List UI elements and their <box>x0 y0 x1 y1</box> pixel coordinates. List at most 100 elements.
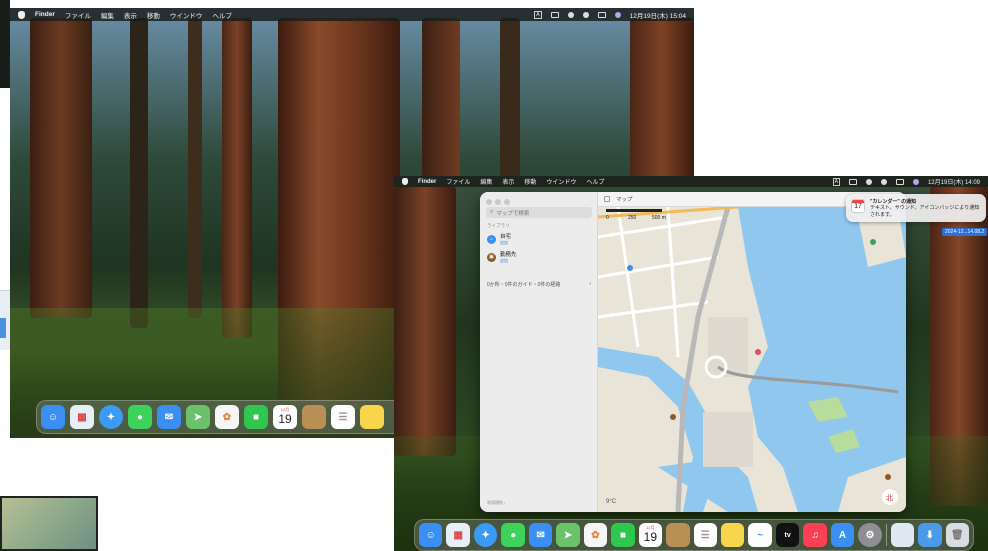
mail-icon[interactable]: ✉ <box>157 405 181 429</box>
launchpad-icon[interactable]: ▦ <box>446 523 470 547</box>
clock[interactable]: 12月19日(木) 15:04 <box>630 10 686 20</box>
apple-icon[interactable] <box>18 10 25 19</box>
photos-icon[interactable]: ✿ <box>583 523 608 547</box>
briefcase-icon: ▣ <box>487 252 496 262</box>
siri-icon[interactable] <box>912 178 919 185</box>
map-pin[interactable] <box>870 239 876 245</box>
clock[interactable]: 12月19日(木) 14:09 <box>928 177 980 186</box>
reminders-icon[interactable]: ☰ <box>693 523 717 547</box>
screenshot-date-badge: 2024-12...14.08.2 <box>942 228 988 236</box>
zoom-button[interactable] <box>504 199 510 205</box>
map-pin[interactable] <box>885 474 891 480</box>
search-field[interactable]: ⌕ マップで検索 <box>486 207 592 218</box>
menu-view[interactable]: 表示 <box>124 10 137 20</box>
dock-separator <box>885 524 887 546</box>
dock: ☺ ▦ ✦ ● ✉ ➤ ✿ ■ 12月 19 ☰ ~ tv ♫ A ⚙ ⬇ 🗑 <box>414 519 974 551</box>
input-source-indicator[interactable]: A <box>832 177 840 186</box>
freeform-icon[interactable]: ~ <box>748 523 772 547</box>
map-graphic: 0 250 500 m 9°C 北 <box>598 207 906 512</box>
menu-window[interactable]: ウインドウ <box>546 177 576 186</box>
calendar-notification[interactable]: 17 "カレンダー" の通知 テキスト、サウンド、アイコンバッジにより通知されま… <box>846 194 986 222</box>
left-fragment-blue <box>0 318 6 338</box>
battery-icon[interactable] <box>848 178 857 185</box>
music-icon[interactable]: ♫ <box>803 523 827 547</box>
menu-edit[interactable]: 編集 <box>480 177 492 186</box>
system-settings-icon[interactable]: ⚙ <box>858 523 882 547</box>
search-icon[interactable] <box>582 11 589 18</box>
menu-window[interactable]: ウインドウ <box>170 10 203 20</box>
control-center-icon[interactable] <box>895 178 904 185</box>
favorite-home[interactable]: ⌂ 自宅 追加 <box>487 232 511 246</box>
notification-body: テキスト、サウンド、アイコンバッジにより通知されます。 <box>870 205 980 218</box>
tree-trunk <box>394 186 456 456</box>
finder-icon[interactable]: ☺ <box>41 405 65 429</box>
favorite-add-link[interactable]: 追加 <box>500 240 511 246</box>
favorite-work[interactable]: ▣ 勤務先 追加 <box>487 250 517 264</box>
tv-icon[interactable]: tv <box>775 523 800 547</box>
notes-icon[interactable] <box>720 523 745 547</box>
menu-file[interactable]: ファイル <box>446 177 470 186</box>
map-pin[interactable] <box>627 265 633 271</box>
safari-icon[interactable]: ✦ <box>99 405 123 429</box>
finder-icon[interactable]: ☺ <box>419 523 443 547</box>
terms-link[interactable]: 利用規約 › <box>487 500 505 506</box>
reminders-icon[interactable]: ☰ <box>331 405 355 429</box>
favorite-title: 勤務先 <box>500 252 517 258</box>
desktop-screenshot-front: Finder ファイル 編集 表示 移動 ウインドウ ヘルプ A 12月19日(… <box>394 176 988 551</box>
photos-icon[interactable]: ✿ <box>215 405 239 429</box>
control-center-icon[interactable] <box>597 11 606 18</box>
sidebar-toggle-icon[interactable] <box>604 196 610 202</box>
messages-icon[interactable]: ● <box>128 405 152 429</box>
library-heading: ライブラリ <box>487 223 510 228</box>
messages-icon[interactable]: ● <box>501 523 525 547</box>
guides-summary-row[interactable]: 0か所・0件のガイド・0件の経路 › <box>487 281 591 288</box>
apple-icon[interactable] <box>402 178 408 185</box>
maps-icon[interactable]: ➤ <box>186 405 210 429</box>
battery-icon[interactable] <box>550 11 559 18</box>
scale-label-250: 250 <box>628 215 637 221</box>
bottom-left-thumbnail <box>0 496 98 551</box>
preview-icon[interactable] <box>890 523 915 547</box>
trash-icon[interactable]: 🗑 <box>945 523 970 547</box>
menu-help[interactable]: ヘルプ <box>586 177 604 186</box>
dock: ☺ ▦ ✦ ● ✉ ➤ ✿ ■ 12月 19 ☰ <box>36 400 406 434</box>
menu-file[interactable]: ファイル <box>65 10 91 20</box>
weather-readout: 9°C <box>606 499 617 505</box>
contacts-icon[interactable] <box>666 523 690 547</box>
island-block <box>703 412 753 467</box>
island-block <box>708 317 748 377</box>
close-button[interactable] <box>486 199 492 205</box>
downloads-folder-icon[interactable]: ⬇ <box>918 523 942 547</box>
map-pin[interactable] <box>670 414 676 420</box>
home-icon: ⌂ <box>487 234 496 244</box>
launchpad-icon[interactable]: ▦ <box>70 405 94 429</box>
menu-go[interactable]: 移動 <box>524 177 536 186</box>
wifi-icon[interactable] <box>567 11 574 18</box>
tree-trunk <box>188 18 202 318</box>
menu-app-name[interactable]: Finder <box>418 179 436 185</box>
facetime-icon[interactable]: ■ <box>244 405 268 429</box>
search-icon[interactable] <box>880 178 887 185</box>
menu-edit[interactable]: 編集 <box>101 10 114 20</box>
app-store-icon[interactable]: A <box>830 523 855 547</box>
map-canvas[interactable]: 0 250 500 m 9°C 北 <box>598 207 906 512</box>
mail-icon[interactable]: ✉ <box>528 523 553 547</box>
favorite-add-link[interactable]: 追加 <box>500 258 517 264</box>
facetime-icon[interactable]: ■ <box>611 523 635 547</box>
siri-icon[interactable] <box>614 11 621 18</box>
menu-go[interactable]: 移動 <box>147 10 160 20</box>
menu-view[interactable]: 表示 <box>502 177 514 186</box>
input-source-indicator[interactable]: A <box>534 10 542 19</box>
map-pin[interactable] <box>755 349 761 355</box>
maps-icon[interactable]: ➤ <box>556 523 580 547</box>
wifi-icon[interactable] <box>865 178 872 185</box>
safari-icon[interactable]: ✦ <box>473 523 498 547</box>
left-fragment-top <box>0 0 10 88</box>
minimize-button[interactable] <box>495 199 501 205</box>
notes-icon[interactable] <box>360 405 384 429</box>
calendar-icon[interactable]: 12月 19 <box>273 405 297 429</box>
contacts-icon[interactable] <box>302 405 326 429</box>
menu-app-name[interactable]: Finder <box>35 11 55 18</box>
calendar-icon[interactable]: 12月 19 <box>638 523 663 547</box>
menu-help[interactable]: ヘルプ <box>212 10 232 20</box>
